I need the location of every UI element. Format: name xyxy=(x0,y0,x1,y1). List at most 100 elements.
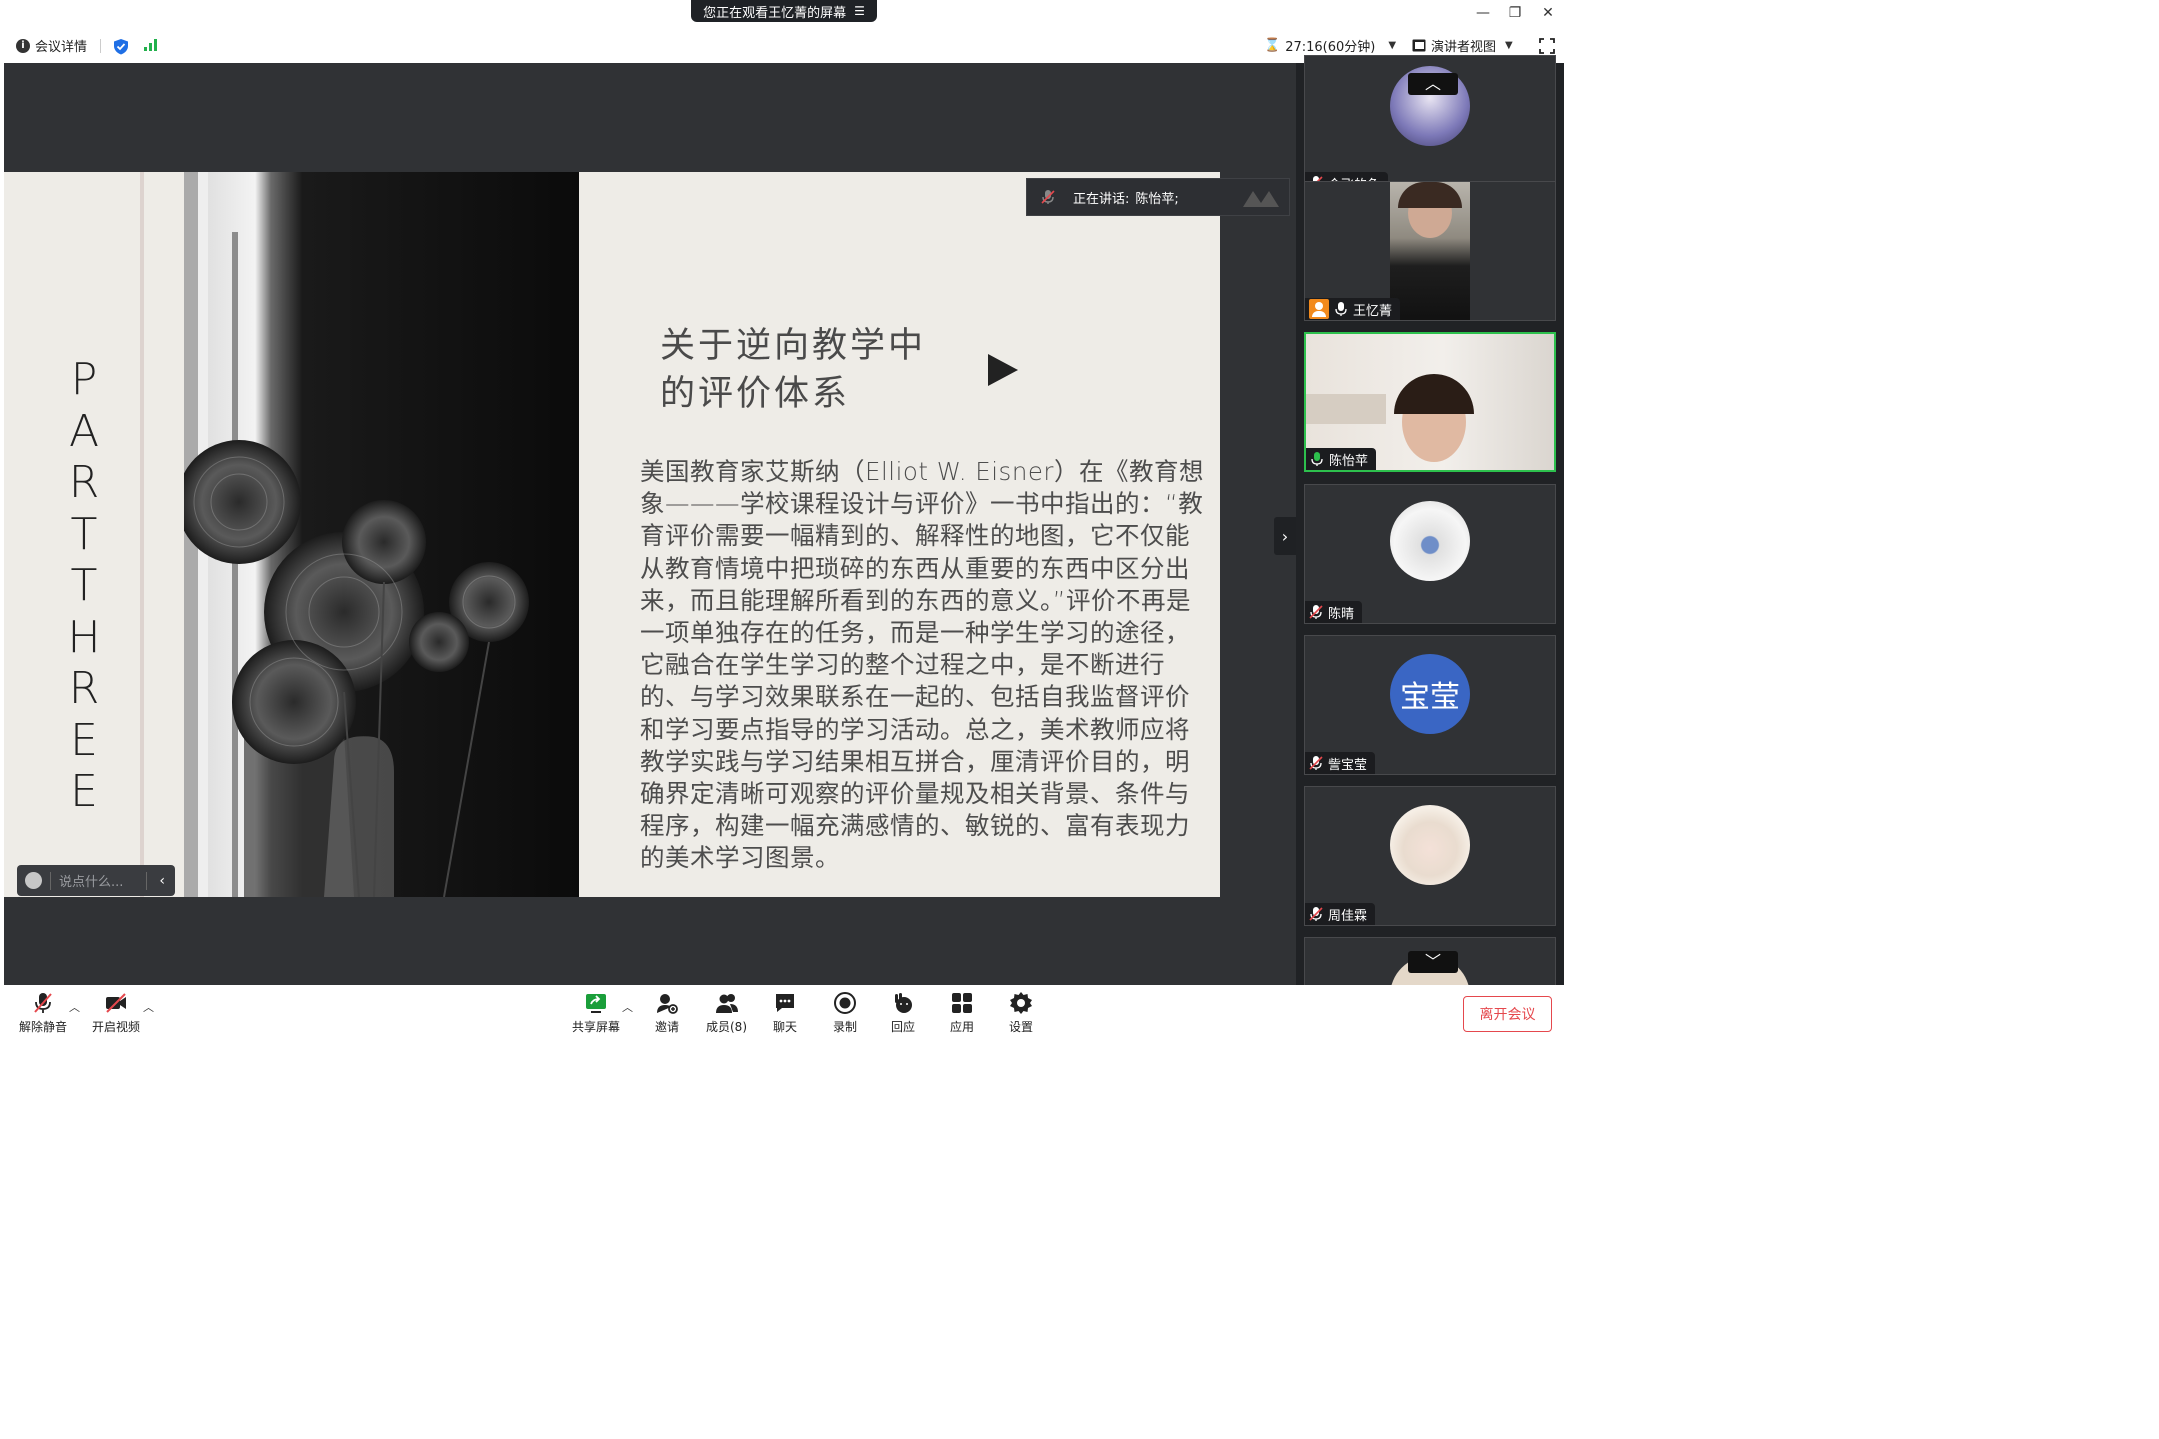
invite-button[interactable]: 邀请 xyxy=(655,991,679,1035)
muted-mic-icon xyxy=(1041,190,1055,204)
vertical-letter: E xyxy=(70,714,98,766)
muted-mic-icon xyxy=(1309,756,1323,770)
gear-icon xyxy=(1010,992,1032,1014)
leave-meeting-button[interactable]: 离开会议 xyxy=(1463,996,1552,1032)
presentation-slide: PARTTHREE 关于逆向教学中 的评价体系 美国教育家艾斯纳（Elliot … xyxy=(4,172,1220,897)
participant-name: 訾宝莹 xyxy=(1328,757,1368,773)
participant-nametag: 周佳霖 xyxy=(1305,903,1376,925)
part-three-vertical-text: PARTTHREE xyxy=(64,354,104,818)
banner-text: 您正在观看王忆菁的屏幕 xyxy=(703,5,847,21)
chevron-up-icon[interactable]: ︿ xyxy=(69,999,80,1015)
apps-grid-icon xyxy=(952,993,972,1013)
participant-tile[interactable]: 宝莹 訾宝莹 xyxy=(1304,635,1556,775)
participant-nametag: 陈怡苹 xyxy=(1306,448,1377,470)
speaker-waves-icon xyxy=(1243,191,1279,207)
security-shield-icon[interactable] xyxy=(113,38,129,55)
participant-name: 陈晴 xyxy=(1328,606,1355,622)
divider xyxy=(146,871,147,890)
share-screen-icon xyxy=(586,994,606,1013)
participant-video xyxy=(1390,182,1470,320)
muted-mic-icon xyxy=(1309,605,1323,619)
emoji-icon[interactable] xyxy=(25,872,42,889)
share-screen-label: 共享屏幕 xyxy=(572,1020,621,1034)
reaction-label: 回应 xyxy=(891,1020,916,1034)
apps-label: 应用 xyxy=(950,1020,975,1034)
restore-icon[interactable]: ❐ xyxy=(1503,3,1527,23)
view-mode-label: 演讲者视图 xyxy=(1431,40,1497,55)
chat-input-placeholder[interactable]: 说点什么... xyxy=(59,871,123,890)
scroll-down-button[interactable]: ﹀ xyxy=(1408,951,1458,973)
flower-photo xyxy=(184,172,579,897)
collapse-panel-button[interactable]: › xyxy=(1274,517,1296,555)
minimize-icon[interactable]: — xyxy=(1471,3,1495,23)
screen-share-banner[interactable]: 您正在观看王忆菁的屏幕 ☰ xyxy=(691,0,877,22)
participant-name: 陈怡苹 xyxy=(1329,453,1369,469)
invite-label: 邀请 xyxy=(655,1020,680,1034)
view-mode-button[interactable]: 演讲者视图 ▼ xyxy=(1412,36,1513,55)
chat-button[interactable]: 聊天 xyxy=(773,991,797,1035)
close-icon[interactable]: ✕ xyxy=(1536,3,1560,23)
meeting-info-button[interactable]: i 会议详情 xyxy=(16,36,87,55)
speaking-label: 正在讲话: xyxy=(1073,191,1130,207)
settings-label: 设置 xyxy=(1009,1020,1034,1034)
reaction-button[interactable]: 回应 xyxy=(891,991,915,1035)
play-triangle-icon xyxy=(988,354,1018,386)
muted-mic-icon xyxy=(34,993,52,1013)
timer-button[interactable]: ⌛ 27:16(60分钟) ▼ xyxy=(1264,36,1396,55)
start-video-button[interactable]: 开启视频 xyxy=(92,991,140,1035)
start-video-label: 开启视频 xyxy=(92,1020,141,1034)
participant-nametag: 訾宝莹 xyxy=(1305,752,1376,774)
chevron-down-icon: ▼ xyxy=(1505,40,1513,51)
divider xyxy=(100,38,101,53)
menu-lines-icon[interactable]: ☰ xyxy=(854,4,865,18)
video-off-icon xyxy=(106,993,126,1013)
record-label: 录制 xyxy=(833,1020,858,1034)
chevron-down-icon: ﹀ xyxy=(1424,952,1441,971)
slide-title: 关于逆向教学中 的评价体系 xyxy=(660,326,927,414)
quick-chat-box[interactable]: 说点什么... ‹ xyxy=(17,865,175,896)
mic-icon xyxy=(1335,302,1347,316)
chevron-up-icon: ︿ xyxy=(1424,74,1441,93)
chat-bubble-icon xyxy=(776,994,794,1012)
participant-tile[interactable]: 周佳霖 xyxy=(1304,786,1556,926)
speaker-view-icon xyxy=(1412,39,1426,52)
record-icon xyxy=(834,992,856,1014)
mic-active-icon xyxy=(1311,452,1323,466)
record-button[interactable]: 录制 xyxy=(833,991,857,1035)
unmute-button[interactable]: 解除静音 xyxy=(19,991,67,1035)
apps-button[interactable]: 应用 xyxy=(950,991,974,1035)
participant-name: 王忆菁 xyxy=(1353,303,1393,319)
vertical-letter: P xyxy=(70,354,98,405)
unmute-label: 解除静音 xyxy=(19,1020,68,1034)
invite-user-icon xyxy=(657,994,678,1014)
chevron-left-icon[interactable]: ‹ xyxy=(159,873,165,889)
settings-button[interactable]: 设置 xyxy=(1009,991,1033,1035)
vertical-letter: A xyxy=(68,405,100,457)
fullscreen-icon[interactable] xyxy=(1539,38,1555,54)
members-label: 成员(8) xyxy=(706,1020,747,1034)
participant-name: 周佳霖 xyxy=(1328,908,1368,924)
meeting-window: 您正在观看王忆菁的屏幕 ☰ — ❐ ✕ i 会议详情 ⌛ 27:16(60分钟)… xyxy=(0,0,1568,1043)
slide-divider-line xyxy=(140,172,144,897)
chevron-right-icon: › xyxy=(1281,526,1289,546)
now-speaking-banner: 正在讲话: 陈怡苹; xyxy=(1026,178,1290,216)
avatar xyxy=(1390,501,1470,581)
members-button[interactable]: 成员(8) xyxy=(706,991,747,1035)
participant-nametag: 陈晴 xyxy=(1305,601,1363,623)
chat-label: 聊天 xyxy=(773,1020,798,1034)
participant-tile-active[interactable]: 陈怡苹 xyxy=(1304,332,1556,472)
chevron-up-icon[interactable]: ︿ xyxy=(622,999,633,1015)
reaction-hand-icon xyxy=(895,993,912,1013)
chevron-up-icon[interactable]: ︿ xyxy=(143,999,154,1015)
participant-tile[interactable]: 陈晴 xyxy=(1304,484,1556,624)
scroll-up-button[interactable]: ︿ xyxy=(1408,73,1458,95)
participants-panel: 会飞的鱼 ︿ 王忆菁 陈怡苹 xyxy=(1296,55,1564,997)
speaking-name: 陈怡苹; xyxy=(1135,191,1179,207)
chevron-down-icon: ▼ xyxy=(1388,40,1397,51)
participant-nametag: 王忆菁 xyxy=(1305,298,1401,320)
vertical-letter: T xyxy=(70,560,98,611)
participant-tile[interactable]: 王忆菁 xyxy=(1304,181,1556,321)
muted-mic-icon xyxy=(1309,907,1323,921)
share-screen-button[interactable]: 共享屏幕 xyxy=(572,991,620,1035)
network-signal-icon[interactable] xyxy=(144,39,157,51)
